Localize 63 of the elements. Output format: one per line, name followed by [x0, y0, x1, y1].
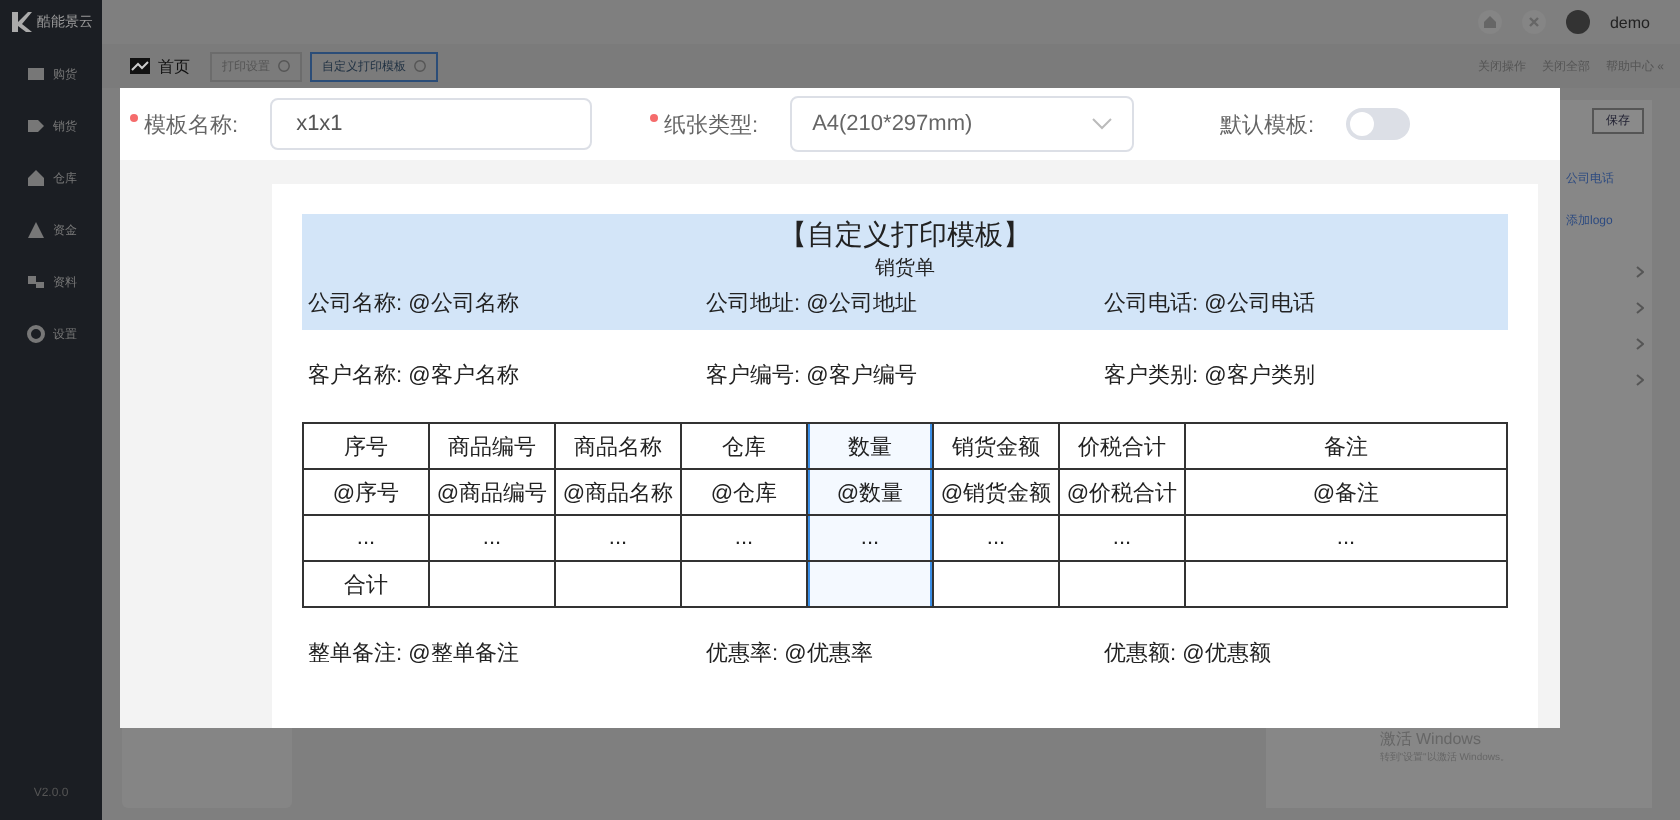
- table-cell: @序号: [303, 469, 429, 515]
- house-icon: [25, 168, 45, 188]
- list-icon: [25, 64, 45, 84]
- table-cell: [555, 561, 681, 607]
- column-header[interactable]: 销货金额: [933, 423, 1059, 469]
- table-cell: ...: [429, 515, 555, 561]
- settings-icon: [25, 324, 45, 344]
- table-cell: ...: [555, 515, 681, 561]
- customer-field: 客户类别: @客户类别: [1104, 354, 1502, 396]
- customer-field: 客户编号: @客户编号: [706, 354, 1104, 396]
- company-field: 公司地址: @公司地址: [706, 282, 1104, 324]
- user-name[interactable]: demo: [1609, 13, 1650, 31]
- home-icon: [1477, 10, 1502, 34]
- company-field: 公司名称: @公司名称: [308, 282, 706, 324]
- table-cell: @备注: [1185, 469, 1507, 515]
- field-label: 默认模板:: [1220, 111, 1315, 139]
- company-field: 公司电话: @公司电话: [1104, 282, 1502, 324]
- table-cell: [807, 561, 933, 607]
- column-header[interactable]: 仓库: [681, 423, 807, 469]
- summary-field: 优惠额: @优惠额: [1104, 632, 1502, 674]
- paper-type-select[interactable]: A4(210*297mm): [790, 96, 1135, 152]
- close-icon: [1521, 10, 1546, 34]
- tab[interactable]: 首页: [118, 49, 202, 83]
- table-cell: [429, 561, 555, 607]
- summary-field: 整单备注: @整单备注: [308, 632, 706, 674]
- table-cell: ...: [303, 515, 429, 561]
- chevron-icon: [1636, 338, 1644, 350]
- customer-field: 客户名称: @客户名称: [308, 354, 706, 396]
- table-cell: @商品名称: [555, 469, 681, 515]
- chart-icon: [130, 58, 150, 74]
- table-cell: @数量: [807, 469, 933, 515]
- logo-icon: [9, 10, 33, 34]
- table-cell: @商品编号: [429, 469, 555, 515]
- table-cell: @销货金额: [933, 469, 1059, 515]
- template-title: 【自定义打印模板】: [779, 218, 1031, 254]
- table-cell: 合计: [303, 561, 429, 607]
- column-header[interactable]: 备注: [1185, 423, 1507, 469]
- table-cell: ...: [1059, 515, 1185, 561]
- table-cell: @价税合计: [1059, 469, 1185, 515]
- column-header[interactable]: 序号: [303, 423, 429, 469]
- column-header[interactable]: 商品编号: [429, 423, 555, 469]
- table-cell: ...: [1185, 515, 1507, 561]
- table-cell: ...: [807, 515, 933, 561]
- field-label: 模板名称:: [130, 109, 239, 139]
- column-header[interactable]: 价税合计: [1059, 423, 1185, 469]
- summary-field: 优惠率: @优惠率: [706, 632, 1104, 674]
- name-input[interactable]: x1x1: [270, 98, 593, 150]
- chevron-down-icon: [1092, 118, 1113, 130]
- table-cell: ...: [933, 515, 1059, 561]
- column-header[interactable]: 商品名称: [555, 423, 681, 469]
- triangle-icon: [25, 220, 45, 240]
- tag-icon: [25, 116, 45, 136]
- table-cell: [1059, 561, 1185, 607]
- table-cell: [933, 561, 1059, 607]
- column-header[interactable]: 数量: [807, 423, 933, 469]
- avatar-icon: [1565, 10, 1590, 34]
- default-toggle[interactable]: [1346, 108, 1411, 140]
- chevron-icon: [1636, 374, 1644, 386]
- field-label: 纸张类型:: [650, 109, 759, 139]
- chevron-icon: [1636, 302, 1644, 314]
- chevron-icon: [1636, 266, 1644, 278]
- folder-icon: [25, 272, 45, 292]
- template-subtitle: 销货单: [875, 255, 935, 282]
